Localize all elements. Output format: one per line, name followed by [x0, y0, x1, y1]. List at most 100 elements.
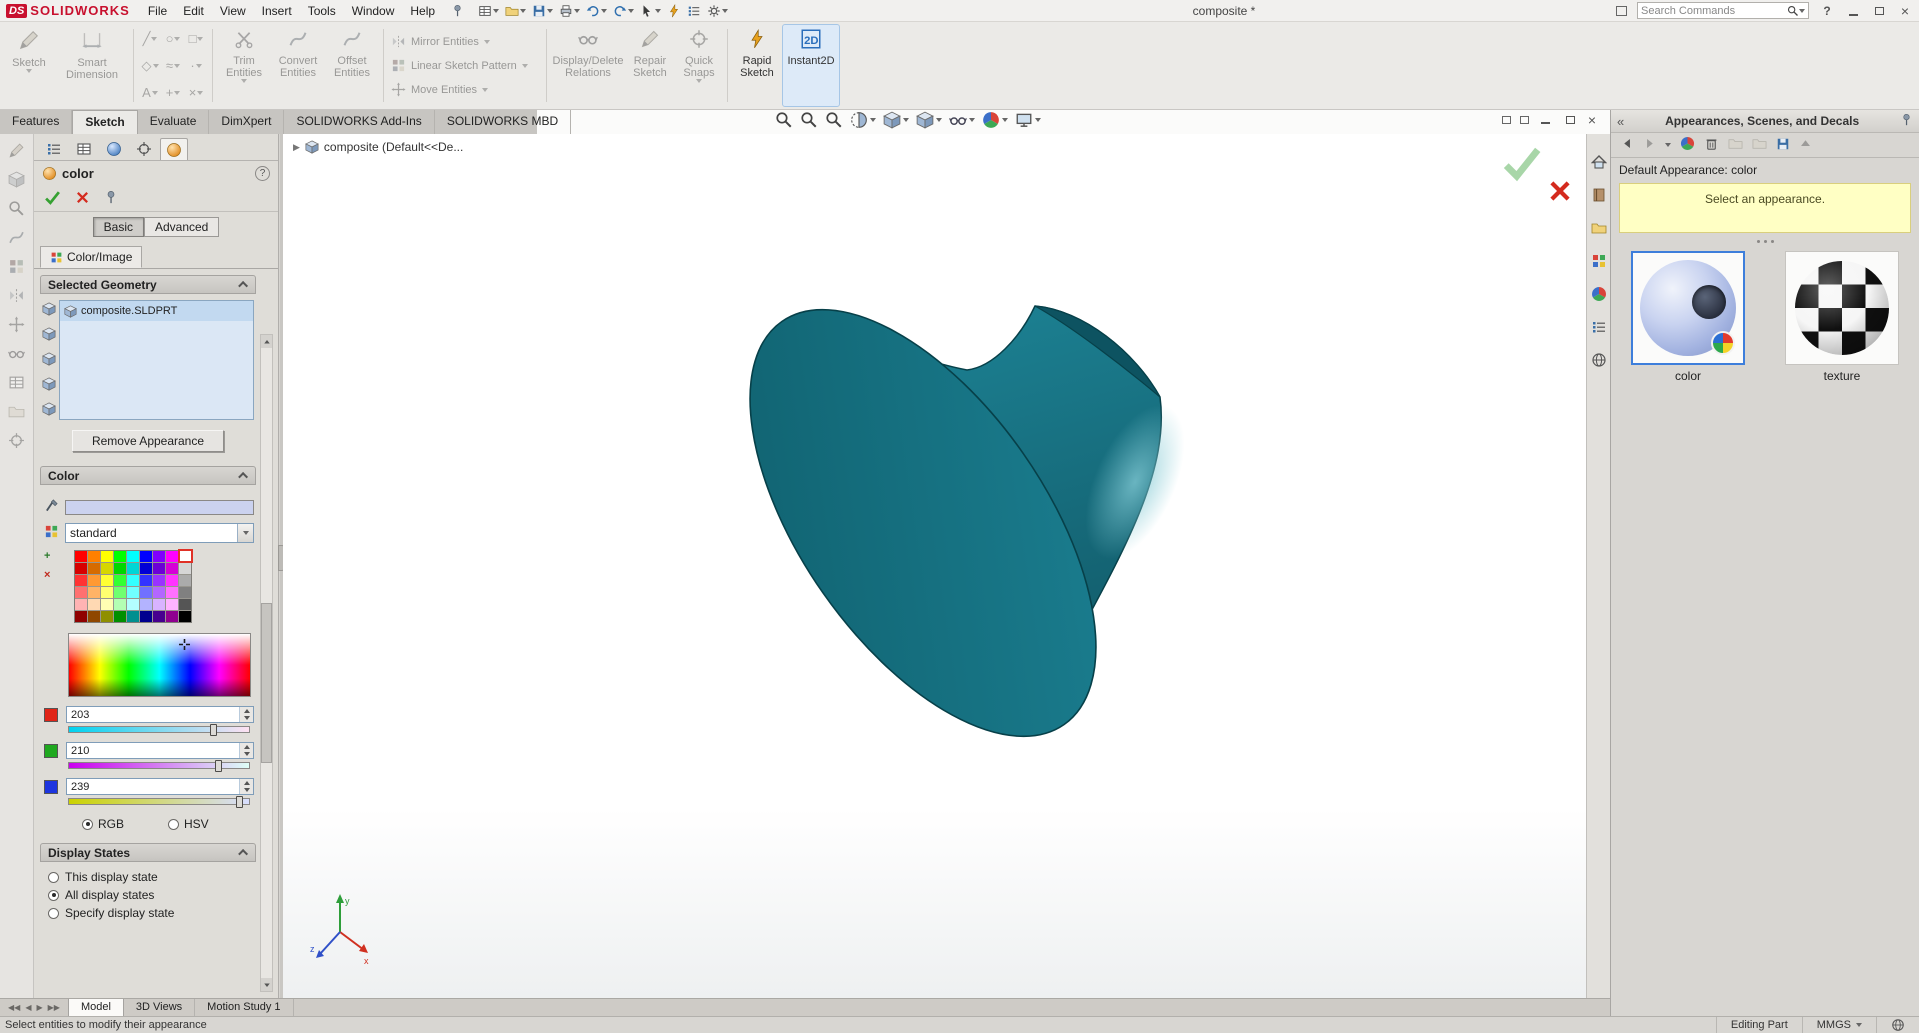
command-tab[interactable]: SOLIDWORKS Add-Ins [284, 110, 435, 134]
sketch-entity-button[interactable]: ≈ [162, 53, 184, 79]
left-toolbar-icon-pencil[interactable] [8, 142, 25, 162]
menu-item[interactable]: Edit [175, 2, 212, 20]
minimize-button[interactable] [1845, 3, 1861, 19]
view-orientation-button[interactable] [883, 111, 909, 129]
left-toolbar-icon-folder[interactable] [8, 403, 25, 423]
last-tab-arrow[interactable]: ▶▶ [48, 1003, 60, 1012]
display-delete-relations-button[interactable]: Display/Delete Relations [552, 25, 624, 106]
color-swatch[interactable] [88, 599, 100, 610]
appearance-thumbnail-color[interactable]: color [1627, 251, 1749, 383]
color-swatch[interactable] [179, 599, 191, 610]
menu-item[interactable]: File [140, 2, 175, 20]
color-swatch[interactable] [114, 599, 126, 610]
design-library-tab-icon[interactable] [1591, 187, 1607, 206]
keep-visible-pin-button[interactable] [104, 190, 118, 207]
sketch-entity-button[interactable]: ◇ [139, 53, 161, 79]
channel-spinner[interactable] [239, 707, 253, 722]
save-button[interactable] [532, 4, 554, 18]
color-swatch[interactable] [114, 551, 126, 562]
color-swatch[interactable] [101, 563, 113, 574]
menu-item[interactable]: Insert [254, 2, 300, 20]
color-swatch[interactable] [127, 587, 139, 598]
edit-appearance-button[interactable] [982, 111, 1008, 129]
color-swatch[interactable] [179, 575, 191, 586]
color-swatch[interactable] [127, 611, 139, 622]
help-button[interactable]: ? [1819, 3, 1835, 19]
command-tab[interactable]: Evaluate [138, 110, 210, 134]
appearance-tab[interactable] [160, 138, 188, 160]
slider-thumb[interactable] [215, 760, 222, 772]
repair-sketch-button[interactable]: Repair Sketch [626, 25, 674, 106]
filter-part-icon[interactable] [42, 302, 56, 319]
bottom-tab[interactable]: 3D Views [124, 999, 196, 1016]
command-tab[interactable]: Sketch [72, 110, 138, 134]
appearances-tab-icon[interactable] [1591, 286, 1607, 305]
panel-scrollbar[interactable] [260, 334, 273, 992]
color-swatch[interactable] [114, 611, 126, 622]
display-state-radio[interactable]: All display states [42, 886, 254, 904]
channel-spinner[interactable] [239, 743, 253, 758]
rapid-sketch-button[interactable]: Rapid Sketch [733, 25, 781, 106]
display-state-radio[interactable]: Specify display state [42, 904, 254, 922]
units-selector[interactable]: MMGS [1801, 1017, 1876, 1033]
prev-tab-arrow[interactable]: ◀ [25, 1003, 31, 1012]
pane-splitter-handle[interactable] [1611, 237, 1919, 249]
print-button[interactable] [559, 4, 581, 18]
appearance-ball-icon[interactable] [1680, 136, 1695, 154]
filter-body-icon[interactable] [42, 377, 56, 394]
slider-thumb[interactable] [236, 796, 243, 808]
hide-show-items-button[interactable] [949, 111, 975, 129]
doc-minimize-button[interactable] [1538, 114, 1554, 126]
configuration-manager-tab[interactable] [70, 138, 98, 160]
color-swatch[interactable] [114, 563, 126, 574]
color-swatch[interactable] [88, 575, 100, 586]
sketch-entity-button[interactable]: ╱ [139, 26, 161, 52]
gradient-crosshair[interactable] [179, 639, 190, 650]
graphics-viewport[interactable]: ▶ composite (Default<<De... y x z [283, 134, 1586, 998]
channel-value-input[interactable]: 210 [66, 742, 254, 759]
file-properties-button[interactable] [687, 4, 701, 18]
color-swatch[interactable] [101, 587, 113, 598]
zoom-to-fit-button[interactable] [775, 111, 793, 129]
palette-icon[interactable] [44, 524, 59, 542]
dropdown-caret[interactable] [237, 524, 253, 542]
search-commands-box[interactable] [1637, 2, 1809, 19]
remove-favorite-icon[interactable]: × [44, 569, 60, 581]
color-swatch[interactable] [140, 551, 152, 562]
filter-surface-icon[interactable] [42, 352, 56, 369]
display-style-button[interactable] [916, 111, 942, 129]
scroll-down-arrow[interactable] [261, 978, 272, 991]
help-icon[interactable]: ? [255, 166, 270, 181]
convert-entities-button[interactable]: Convert Entities [272, 25, 324, 106]
color-swatch[interactable] [166, 587, 178, 598]
color-swatch[interactable] [179, 563, 191, 574]
select-button[interactable] [640, 4, 662, 18]
display-manager-tab[interactable] [100, 138, 128, 160]
sketch-entity-button[interactable]: · [185, 53, 207, 79]
linear-sketch-pattern-button[interactable]: Linear Sketch Pattern [389, 56, 541, 76]
doc-restore-button[interactable] [1563, 114, 1579, 126]
options-button[interactable] [707, 4, 729, 18]
new-document-button[interactable] [478, 4, 500, 18]
color-swatch[interactable] [101, 611, 113, 622]
quick-snaps-button[interactable]: Quick Snaps [676, 25, 722, 106]
sketch-entity-button[interactable]: A [139, 80, 161, 106]
color-swatch[interactable] [127, 575, 139, 586]
mode-button[interactable]: Basic [92, 217, 144, 237]
confirmation-ok-button[interactable] [1501, 142, 1543, 184]
color-gradient-picker[interactable] [68, 633, 251, 697]
redo-button[interactable] [613, 4, 635, 18]
color-swatch[interactable] [166, 551, 178, 562]
left-toolbar-icon-cube[interactable] [8, 171, 25, 191]
scrollbar-thumb[interactable] [261, 603, 272, 763]
expand-flyout-icon[interactable] [1616, 5, 1627, 16]
sketch-entity-button[interactable]: ○ [162, 26, 184, 52]
move-up-button[interactable] [1799, 137, 1812, 153]
left-toolbar-icon-mirror[interactable] [8, 287, 25, 307]
menu-item[interactable]: Tools [300, 2, 344, 20]
color-swatch[interactable] [88, 563, 100, 574]
color-swatch[interactable] [153, 599, 165, 610]
filter-feature-icon[interactable] [42, 402, 56, 419]
scroll-up-arrow[interactable] [261, 335, 272, 348]
tile-windows-icon[interactable] [1519, 116, 1529, 124]
